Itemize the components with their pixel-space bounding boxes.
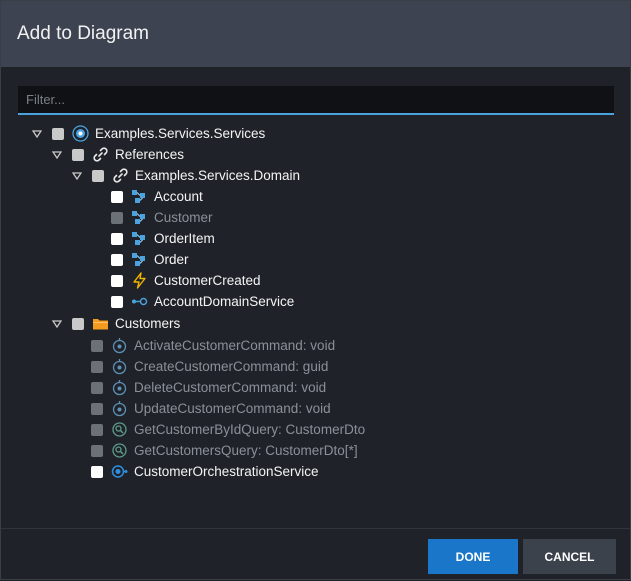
expand-toggle-icon[interactable] [71, 170, 83, 182]
tree-node-customer: Customer [111, 207, 213, 228]
expand-toggle-icon[interactable] [31, 128, 43, 140]
node-checkbox[interactable] [72, 317, 84, 330]
link-icon [92, 146, 109, 163]
domain-service-icon [131, 293, 148, 310]
node-checkbox [91, 402, 103, 415]
node-label: OrderItem [154, 231, 215, 246]
query-icon [111, 442, 128, 459]
node-label: Account [154, 189, 203, 204]
class-icon [131, 188, 148, 205]
command-icon [111, 400, 128, 417]
link-icon [112, 167, 129, 184]
node-label: CustomerOrchestrationService [134, 464, 319, 479]
tree-node-updatecustomercommand: UpdateCustomerCommand: void [91, 398, 331, 419]
add-to-diagram-dialog: Add to Diagram Examples.Services.Service… [0, 0, 631, 580]
node-checkbox [91, 339, 103, 352]
lightning-icon [131, 272, 148, 289]
node-label: Customer [154, 210, 213, 225]
done-button[interactable]: DONE [428, 539, 518, 574]
node-checkbox [91, 444, 103, 457]
query-icon [111, 421, 128, 438]
service-icon [111, 463, 128, 480]
command-icon [111, 358, 128, 375]
tree-node-domain[interactable]: Examples.Services.Domain [71, 165, 300, 186]
node-checkbox[interactable] [52, 127, 64, 140]
filter-input[interactable] [18, 86, 614, 115]
tree-node-root[interactable]: Examples.Services.Services [31, 123, 265, 144]
tree-node-deletecustomercommand: DeleteCustomerCommand: void [91, 377, 326, 398]
node-label: CreateCustomerCommand: guid [134, 359, 329, 374]
command-icon [111, 379, 128, 396]
class-icon [131, 209, 148, 226]
node-checkbox[interactable] [92, 169, 104, 182]
node-checkbox [91, 381, 103, 394]
tree-node-references[interactable]: References [51, 144, 184, 165]
node-label: References [115, 147, 185, 162]
tree-node-getcustomersquery: GetCustomersQuery: CustomerDto[*] [91, 440, 358, 461]
service-package-icon [72, 125, 89, 142]
tree-node-order[interactable]: Order [111, 249, 189, 270]
tree-node-createcustomercommand: CreateCustomerCommand: guid [91, 356, 328, 377]
node-label: GetCustomerByIdQuery: CustomerDto [134, 422, 366, 437]
node-checkbox [91, 360, 103, 373]
expand-toggle-icon[interactable] [51, 149, 63, 161]
node-label: DeleteCustomerCommand: void [134, 380, 327, 395]
node-label: UpdateCustomerCommand: void [134, 401, 331, 416]
tree-node-accountdomainservice[interactable]: AccountDomainService [111, 291, 294, 312]
node-checkbox [91, 423, 103, 436]
folder-icon [92, 315, 109, 332]
node-checkbox[interactable] [111, 295, 123, 308]
tree-node-customercreated[interactable]: CustomerCreated [111, 270, 261, 291]
node-checkbox[interactable] [72, 148, 84, 161]
command-icon [111, 337, 128, 354]
class-icon [131, 251, 148, 268]
tree-node-getcustomerbyidquery: GetCustomerByIdQuery: CustomerDto [91, 419, 365, 440]
node-checkbox[interactable] [111, 253, 123, 266]
node-checkbox[interactable] [91, 465, 103, 478]
class-icon [131, 230, 148, 247]
dialog-footer: DONE CANCEL [1, 528, 630, 581]
node-label: Customers [115, 316, 181, 331]
node-label: Examples.Services.Domain [135, 168, 301, 183]
dialog-title: Add to Diagram [1, 1, 630, 67]
tree-node-customerorchestrationservice[interactable]: CustomerOrchestrationService [91, 461, 319, 482]
tree-node-activatecustomercommand: ActivateCustomerCommand: void [91, 335, 335, 356]
tree-node-orderitem[interactable]: OrderItem [111, 228, 215, 249]
node-label: ActivateCustomerCommand: void [134, 338, 336, 353]
node-label: Examples.Services.Services [95, 126, 266, 141]
node-checkbox[interactable] [111, 190, 123, 203]
tree-node-account[interactable]: Account [111, 186, 203, 207]
tree-node-customers[interactable]: Customers [51, 313, 180, 334]
node-label: CustomerCreated [154, 273, 261, 288]
node-checkbox [111, 211, 123, 224]
node-label: Order [154, 252, 189, 267]
node-checkbox[interactable] [111, 232, 123, 245]
node-checkbox[interactable] [111, 274, 123, 287]
expand-toggle-icon[interactable] [51, 318, 63, 330]
node-label: GetCustomersQuery: CustomerDto[*] [134, 443, 358, 458]
cancel-button[interactable]: CANCEL [523, 539, 616, 574]
node-label: AccountDomainService [154, 294, 295, 309]
